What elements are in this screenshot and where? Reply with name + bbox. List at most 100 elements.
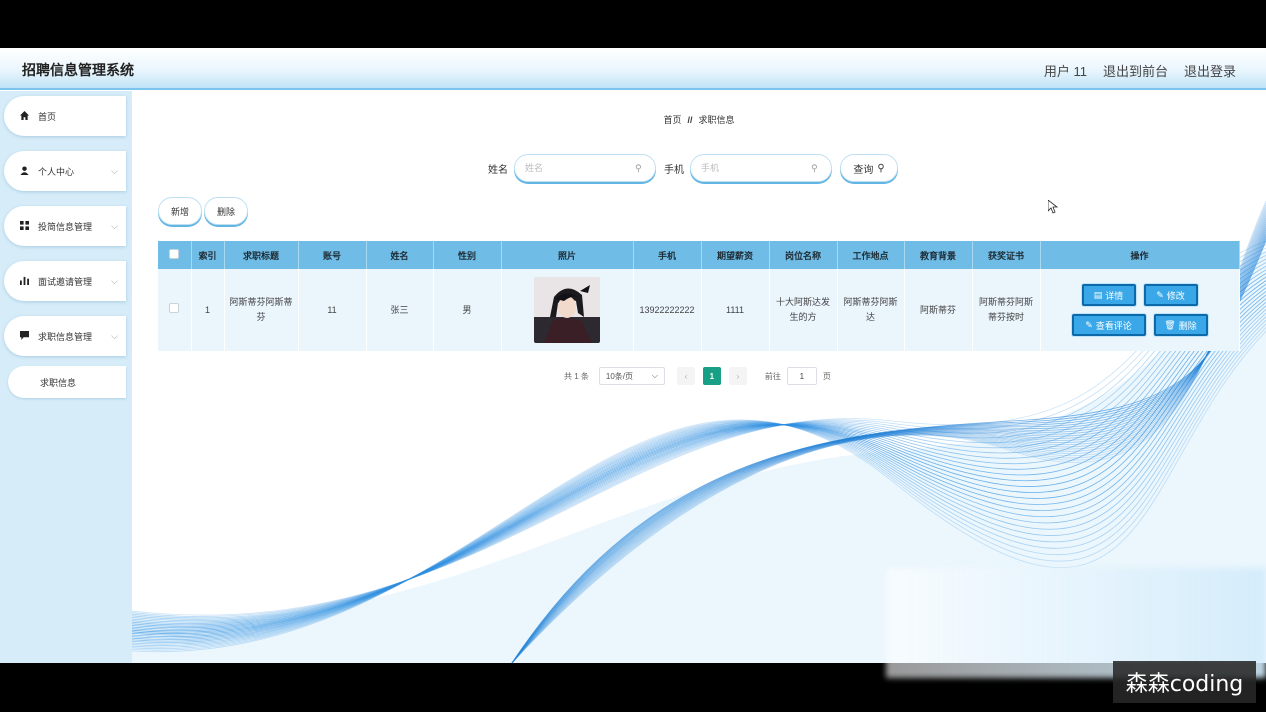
column-header: 岗位名称 — [769, 241, 838, 269]
breadcrumb-home[interactable]: 首页 — [663, 115, 681, 125]
chevron-down-icon: ⌵ — [111, 220, 118, 231]
sidebar-item-label: 求职信息管理 — [38, 331, 93, 342]
sidebar-item-resume-mgmt[interactable]: 投简信息管理 ⌵ — [4, 206, 126, 246]
pencil-icon: ✎ — [1156, 289, 1164, 300]
cell-operations: ▤ 详情 ✎ 修改 ✎ 查看评论 🗑 删除 — [1040, 269, 1240, 351]
cell-index: 1 — [191, 269, 225, 351]
prev-page-button[interactable]: ‹ — [676, 367, 695, 385]
app-title: 招聘信息管理系统 — [22, 62, 134, 78]
name-search-field: ⚲ — [514, 154, 656, 182]
goto-page-input[interactable]: 1 — [786, 367, 817, 385]
page-number-current[interactable]: 1 — [702, 367, 721, 385]
logout-link[interactable]: 退出登录 — [1184, 61, 1236, 80]
cell-phone: 13922222222 — [633, 269, 702, 351]
cell-gender: 男 — [433, 269, 502, 351]
page-size-value: 10条/页 — [605, 371, 634, 381]
sidebar-item-label: 个人中心 — [38, 166, 75, 177]
top-right-menu: 用户 11 退出到前台 退出登录 — [1044, 61, 1236, 80]
bar-chart-icon — [20, 276, 32, 287]
add-button[interactable]: 新增 — [158, 197, 202, 225]
chevron-down-icon: ⌵ — [111, 275, 118, 286]
phone-input[interactable] — [701, 163, 811, 173]
column-header: 获奖证书 — [972, 241, 1041, 269]
job-seeking-table: 索引 求职标题 账号 姓名 性别 照片 手机 期望薪资 岗位名称 工作地点 教育… — [158, 241, 1240, 351]
phone-search-field: ⚲ — [690, 154, 832, 182]
phone-label: 手机 — [664, 164, 684, 176]
column-header: 性别 — [433, 241, 502, 269]
breadcrumb-current: 求职信息 — [698, 115, 735, 125]
column-header: 工作地点 — [837, 241, 905, 269]
sidebar-item-interview-mgmt[interactable]: 面试邀请管理 ⌵ — [4, 261, 126, 301]
row-checkbox[interactable] — [169, 302, 180, 313]
select-all-cell — [158, 241, 192, 269]
sidebar-item-job-seeking-mgmt[interactable]: 求职信息管理 ⌵ — [4, 316, 126, 356]
column-header: 索引 — [191, 241, 225, 269]
detail-button-label: 详情 — [1105, 290, 1124, 301]
edit-button-label: 修改 — [1166, 290, 1185, 301]
search-icon: ⚲ — [877, 162, 885, 174]
row-select-cell — [158, 269, 192, 351]
name-input[interactable] — [525, 163, 635, 173]
sidebar-item-label: 面试邀请管理 — [38, 276, 93, 287]
grid-icon — [20, 220, 32, 232]
user-label[interactable]: 用户 11 — [1044, 61, 1087, 80]
chevron-left-icon: ‹ — [684, 371, 688, 381]
column-header: 账号 — [298, 241, 367, 269]
column-header: 期望薪资 — [701, 241, 770, 269]
delete-row-label: 删除 — [1178, 320, 1197, 331]
home-icon — [20, 110, 32, 122]
detail-button[interactable]: ▤ 详情 — [1081, 284, 1136, 306]
select-all-checkbox[interactable] — [169, 249, 180, 259]
sidebar-subitem-job-info[interactable]: 求职信息 — [8, 366, 126, 398]
delete-row-button[interactable]: 🗑 删除 — [1153, 314, 1208, 336]
top-bar: 招聘信息管理系统 用户 11 退出到前台 退出登录 — [0, 48, 1266, 90]
page-unit-label: 页 — [822, 371, 831, 381]
pagination: 共 1 条 10条/页 ⌵ ‹ 1 › 前往 1 页 — [564, 367, 831, 385]
breadcrumb-separator: // — [687, 115, 693, 125]
sidebar-item-profile[interactable]: 个人中心 ⌵ — [4, 151, 126, 191]
chevron-down-icon: ⌵ — [111, 330, 118, 341]
chevron-down-icon: ⌵ — [651, 371, 658, 380]
column-header: 操作 — [1040, 241, 1240, 269]
photo-thumbnail[interactable] — [534, 277, 600, 343]
sidebar-item-label: 投简信息管理 — [38, 221, 93, 232]
batch-delete-button[interactable]: 删除 — [204, 197, 248, 225]
next-page-button[interactable]: › — [728, 367, 747, 385]
search-bar: 姓名 ⚲ 手机 ⚲ 查询 ⚲ — [488, 154, 898, 182]
pencil-icon: ✎ — [1085, 319, 1093, 330]
column-header: 姓名 — [366, 241, 434, 269]
view-comments-label: 查看评论 — [1095, 320, 1132, 331]
mouse-cursor-icon — [1048, 200, 1058, 214]
action-bar: 新增 删除 — [158, 197, 248, 225]
cell-account: 11 — [298, 269, 367, 351]
search-icon: ⚲ — [635, 162, 642, 173]
cell-education: 阿斯蒂芬 — [904, 269, 973, 351]
cell-salary: 1111 — [701, 269, 770, 351]
column-header: 教育背景 — [904, 241, 973, 269]
message-icon — [20, 330, 32, 342]
cell-title: 阿斯蒂芬阿斯蒂芬 — [224, 269, 299, 351]
document-icon: ▤ — [1093, 289, 1103, 300]
goto-label: 前往 — [764, 371, 781, 381]
sidebar-item-label: 首页 — [38, 111, 57, 122]
cell-award: 阿斯蒂芬阿斯蒂芬按时 — [972, 269, 1041, 351]
name-label: 姓名 — [488, 164, 508, 176]
breadcrumb: 首页 // 求职信息 — [132, 113, 1266, 126]
query-button[interactable]: 查询 ⚲ — [840, 154, 898, 182]
sidebar-item-home[interactable]: 首页 — [4, 96, 126, 136]
column-header: 求职标题 — [224, 241, 299, 269]
view-comments-button[interactable]: ✎ 查看评论 — [1071, 314, 1146, 336]
trash-icon: 🗑 — [1164, 319, 1176, 330]
back-to-front-link[interactable]: 退出到前台 — [1103, 61, 1168, 80]
cell-position: 十大阿斯达发生的方 — [769, 269, 838, 351]
chevron-right-icon: › — [736, 371, 740, 381]
sidebar: 首页 个人中心 ⌵ 投简信息管理 ⌵ 面试邀请管理 ⌵ 求职信息管理 ⌵ 求职信… — [0, 91, 132, 663]
column-header: 照片 — [501, 241, 634, 269]
total-count: 共 1 条 — [564, 371, 589, 381]
edit-button[interactable]: ✎ 修改 — [1143, 284, 1198, 306]
column-header: 手机 — [633, 241, 702, 269]
page-size-select[interactable]: 10条/页 ⌵ — [598, 367, 665, 385]
cell-location: 阿斯蒂芬阿斯达 — [837, 269, 905, 351]
chevron-down-icon: ⌵ — [111, 165, 118, 176]
table-row: 1 阿斯蒂芬阿斯蒂芬 11 张三 男 13922222222 1111 十大阿斯… — [158, 269, 1240, 351]
